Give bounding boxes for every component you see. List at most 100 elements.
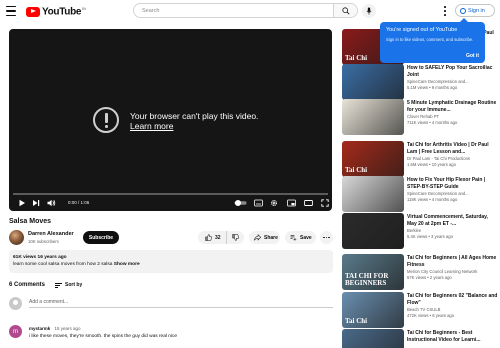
- recommended-channel[interactable]: Beach TV CSULB: [407, 307, 440, 312]
- signed-out-tooltip: You're signed out of YouTube Sign in to …: [380, 18, 485, 63]
- sort-by-button[interactable]: Sort by: [55, 282, 82, 288]
- play-icon[interactable]: [18, 199, 26, 207]
- recommended-channel[interactable]: SpineCare Decompression and...: [407, 79, 469, 84]
- video-thumbnail[interactable]: [342, 176, 404, 212]
- recommended-title[interactable]: Virtual Commencement, Saturday, May 20 a…: [407, 214, 499, 227]
- recommended-meta: 57K views • 2 years ago: [407, 275, 452, 280]
- hamburger-menu-icon[interactable]: [6, 5, 16, 17]
- settings-gear-icon[interactable]: [270, 199, 278, 207]
- theater-mode-icon[interactable]: [304, 199, 313, 207]
- search-icon: [341, 6, 349, 14]
- recommended-meta: 1.5M views • 10 years ago: [407, 162, 456, 167]
- got-it-button[interactable]: Got it: [466, 53, 479, 59]
- learn-more-link[interactable]: Learn more: [130, 121, 258, 131]
- save-label: Save: [300, 234, 312, 241]
- description-body: learn some cool salsa moves from how 2 s…: [13, 262, 113, 267]
- search-input[interactable]: [134, 7, 333, 14]
- recommended-video[interactable]: 5 Minute Lymphatic Drainage Routine for …: [342, 99, 500, 135]
- recommended-video[interactable]: Tai Chi Tai Chi for Beginners 02 "Balance…: [342, 292, 500, 328]
- sign-in-button[interactable]: Sign in: [455, 4, 495, 17]
- recommended-channel[interactable]: SpineCare Decompression and...: [407, 191, 469, 196]
- recommended-title[interactable]: How to Fix Your Hip Flexor Pain | STEP-B…: [407, 177, 499, 190]
- subtitles-icon[interactable]: [254, 199, 263, 207]
- comment-author: mystarmk 15 years ago: [29, 326, 81, 331]
- thumbnail-text: Tai Chi: [345, 54, 368, 62]
- recommended-video[interactable]: LEARNTai Chi for Beginners - Best Instru…: [342, 329, 500, 348]
- sign-in-label: Sign in: [468, 7, 485, 14]
- share-arrow-icon: [254, 234, 261, 241]
- recommended-title[interactable]: Tai Chi for Beginners 02 "Balance and Fl…: [407, 293, 499, 306]
- volume-icon[interactable]: [47, 199, 56, 207]
- voice-search-button[interactable]: [362, 4, 376, 18]
- video-title: Salsa Moves: [9, 218, 52, 225]
- account-circle-icon: [460, 7, 466, 14]
- comments-header: 6 Comments Sort by: [9, 282, 82, 288]
- recommended-channel[interactable]: Clover Rehab PT: [407, 114, 439, 119]
- more-actions-icon[interactable]: [320, 231, 333, 244]
- thumbnail-text: TAI CHI FOR BEGINNERS: [345, 272, 389, 287]
- recommended-channel[interactable]: Merion City Council Learning Network: [407, 269, 477, 274]
- share-label: Share: [264, 234, 278, 241]
- player-error-message: Your browser can't play this video. Lear…: [130, 111, 258, 131]
- video-thumbnail[interactable]: [342, 64, 404, 100]
- recommended-title[interactable]: 5 Minute Lymphatic Drainage Routine for …: [407, 100, 499, 113]
- recommended-title[interactable]: Tai Chi for Beginners | All Ages Home Fi…: [407, 255, 499, 268]
- recommended-video[interactable]: TAI CHI FOR BEGINNERS Tai Chi for Beginne…: [342, 254, 500, 290]
- add-comment-input[interactable]: [29, 299, 333, 308]
- logo-text: YouTube: [42, 6, 82, 18]
- settings-more-icon[interactable]: [443, 5, 447, 17]
- next-icon[interactable]: [32, 199, 40, 207]
- masthead: YouTubeIN Sign in: [0, 0, 500, 22]
- video-player[interactable]: Your browser can't play this video. Lear…: [9, 29, 332, 211]
- subscribe-button[interactable]: Subscribe: [83, 231, 119, 244]
- save-button[interactable]: Save: [285, 231, 316, 244]
- youtube-logo[interactable]: YouTubeIN: [26, 6, 86, 17]
- fullscreen-icon[interactable]: [321, 199, 329, 207]
- like-count: 32: [215, 234, 221, 241]
- recommended-video[interactable]: Tai Chi Tai Chi for Arthritis Video | Dr …: [342, 141, 500, 177]
- channel-name[interactable]: Darren Alexander: [28, 231, 74, 237]
- recommended-video[interactable]: How to Fix Your Hip Flexor Pain | STEP-B…: [342, 176, 500, 212]
- description-box[interactable]: 61K views 16 years ago learn some cool s…: [9, 250, 333, 273]
- search-box: [133, 3, 358, 18]
- video-thumbnail[interactable]: Tai Chi: [342, 141, 404, 177]
- subscriber-count: 10K subscribers: [28, 239, 59, 244]
- comment-author-name[interactable]: mystarmk: [29, 326, 50, 331]
- recommended-video[interactable]: How to SAFELY Pop Your Sacroiliac Joint S…: [342, 64, 500, 100]
- like-button[interactable]: 32: [198, 231, 227, 244]
- recommended-title[interactable]: Tai Chi for Beginners - Best Instruction…: [407, 330, 499, 343]
- dislike-button[interactable]: [227, 231, 244, 244]
- show-more-button[interactable]: Show more: [114, 262, 140, 267]
- progress-bar[interactable]: [13, 193, 328, 195]
- youtube-play-logo-icon: [26, 6, 40, 17]
- comment-text: i like these moves, they're smooth. the …: [29, 334, 178, 339]
- comment-time[interactable]: 15 years ago: [55, 326, 81, 331]
- video-thumbnail[interactable]: LEARN: [342, 329, 404, 348]
- comments-count: 6 Comments: [9, 282, 46, 288]
- video-thumbnail[interactable]: [342, 99, 404, 135]
- view-count-date: 61K views 16 years ago: [13, 255, 67, 260]
- logo-region: IN: [82, 6, 86, 11]
- autoplay-toggle-icon[interactable]: [234, 199, 247, 207]
- recommended-video[interactable]: Virtual Commencement, Saturday, May 20 a…: [342, 213, 500, 249]
- playlist-add-icon: [290, 235, 297, 241]
- video-thumbnail[interactable]: [342, 213, 404, 249]
- share-button[interactable]: Share: [249, 231, 280, 244]
- video-thumbnail[interactable]: TAI CHI FOR BEGINNERS: [342, 254, 404, 290]
- comment-avatar[interactable]: m: [9, 325, 22, 338]
- time-display: 0:00 / 1:06: [68, 200, 90, 205]
- recommended-meta: 5.1M views • 9 months ago: [407, 85, 458, 90]
- miniplayer-icon[interactable]: [287, 199, 296, 207]
- recommended-channel[interactable]: Berklee: [407, 228, 421, 233]
- search-button[interactable]: [333, 4, 357, 17]
- recommended-meta: 711K views • 4 months ago: [407, 120, 458, 125]
- tooltip-title: You're signed out of YouTube: [386, 27, 458, 33]
- thumbnail-text: Tai Chi: [345, 166, 368, 174]
- recommended-channel[interactable]: Dr Paul Lam - Tai Chi Productions: [407, 156, 470, 161]
- recommended-title[interactable]: How to SAFELY Pop Your Sacroiliac Joint: [407, 65, 499, 78]
- channel-avatar[interactable]: [9, 230, 24, 245]
- video-thumbnail[interactable]: Tai Chi: [342, 292, 404, 328]
- recommended-meta: 5.4K views • 3 years ago: [407, 234, 453, 239]
- recommended-title[interactable]: Tai Chi for Arthritis Video | Dr Paul La…: [407, 142, 499, 155]
- player-controls: 0:00 / 1:06: [9, 196, 332, 211]
